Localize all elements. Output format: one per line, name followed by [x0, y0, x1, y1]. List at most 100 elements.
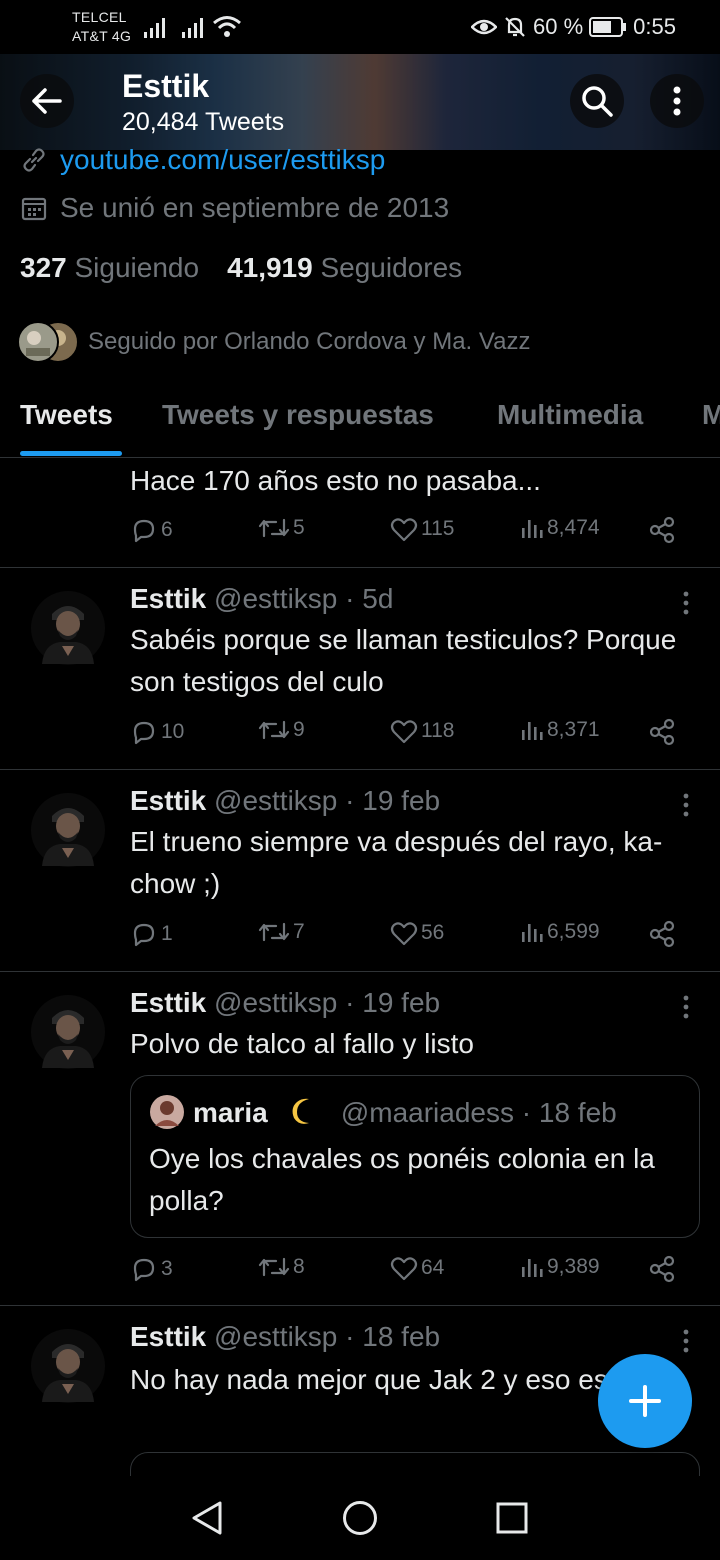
views-button[interactable]: 6,599 — [520, 920, 600, 944]
retweet-icon — [258, 516, 290, 540]
quote-header: maria @maariadess · 18 feb — [193, 1096, 617, 1129]
status-bar: TELCEL AT&T 4G 60 % 0:55 — [0, 0, 720, 54]
avatar[interactable] — [30, 792, 106, 868]
bar-chart-icon — [520, 920, 544, 944]
header-name: Esttik — [122, 68, 210, 104]
tab-tweets[interactable]: Tweets — [20, 399, 113, 431]
tweet-more-button[interactable] — [675, 994, 697, 1020]
like-count: 115 — [421, 517, 455, 540]
retweet-button[interactable]: 9 — [258, 718, 305, 742]
retweet-icon — [258, 718, 290, 742]
share-icon — [648, 1255, 676, 1283]
followers-link[interactable]: 41,919 Seguidores — [227, 252, 462, 284]
avatar[interactable] — [30, 1328, 106, 1404]
website-link[interactable]: youtube.com/user/esttiksp — [60, 144, 385, 176]
reply-button[interactable]: 1 — [130, 920, 173, 948]
reply-count: 10 — [161, 720, 185, 743]
more-vertical-icon — [675, 1328, 697, 1354]
retweet-icon — [258, 1255, 290, 1279]
author-handle-time: @esttiksp · 19 feb — [214, 987, 441, 1018]
reply-icon — [130, 718, 158, 746]
more-options-button[interactable] — [650, 74, 704, 128]
wifi-icon — [212, 14, 242, 40]
profile-header: Esttik 20,484 Tweets — [0, 54, 720, 150]
views-button[interactable]: 8,474 — [520, 516, 600, 540]
nav-back-button[interactable] — [190, 1500, 224, 1536]
following-link[interactable]: 327 Siguiendo — [20, 252, 199, 284]
following-count: 327 — [20, 252, 67, 283]
tweet-header: Esttik @esttiksp · 18 feb — [130, 1321, 440, 1353]
battery-icon — [589, 17, 627, 37]
reply-button[interactable]: 6 — [130, 516, 173, 544]
retweet-button[interactable]: 5 — [258, 516, 305, 540]
quoted-tweet[interactable]: maria @maariadess · 18 feb Oye los chava… — [130, 1075, 700, 1238]
tweet-more-button[interactable] — [675, 1328, 697, 1354]
active-tab-indicator — [20, 451, 122, 456]
retweet-button[interactable]: 8 — [258, 1255, 305, 1279]
nav-recents-button[interactable] — [496, 1502, 528, 1534]
carrier-info: TELCEL AT&T 4G — [72, 8, 131, 46]
more-vertical-icon — [675, 792, 697, 818]
share-button[interactable] — [648, 920, 676, 948]
clock: 0:55 — [633, 14, 676, 39]
follow-stats: 327 Siguiendo 41,919 Seguidores — [20, 252, 462, 284]
reply-button[interactable]: 10 — [130, 718, 184, 746]
share-button[interactable] — [648, 1255, 676, 1283]
tweet[interactable]: Esttik @esttiksp · 5d Sabéis porque se l… — [0, 568, 720, 769]
tab-tweets-replies[interactable]: Tweets y respuestas — [162, 399, 434, 431]
heart-icon — [390, 920, 418, 946]
arrow-left-icon — [32, 88, 62, 114]
retweet-button[interactable]: 7 — [258, 920, 305, 944]
search-button[interactable] — [570, 74, 624, 128]
author-name[interactable]: Esttik — [130, 987, 206, 1018]
tweet-actions: 6 5 115 8,474 — [130, 516, 690, 550]
tweet[interactable]: Esttik @esttiksp · 19 feb Polvo de talco… — [0, 972, 720, 1305]
tweet-actions: 3 8 64 9,389 — [130, 1255, 690, 1289]
tweet[interactable]: Esttik @esttiksp · 19 feb El trueno siem… — [0, 770, 720, 971]
followed-by-avatars[interactable] — [16, 320, 82, 364]
views-button[interactable]: 8,371 — [520, 718, 600, 742]
carrier-name-2: AT&T 4G — [72, 28, 132, 44]
retweet-count: 8 — [293, 1255, 305, 1278]
tweet-more-button[interactable] — [675, 590, 697, 616]
tweet-text: Polvo de talco al fallo y listo — [130, 1028, 474, 1059]
quoted-tweet[interactable] — [130, 1452, 700, 1476]
tweet-more-button[interactable] — [675, 792, 697, 818]
bar-chart-icon — [520, 718, 544, 742]
views-count: 8,371 — [547, 718, 600, 741]
tab-likes[interactable]: M — [702, 399, 720, 431]
like-button[interactable]: 64 — [390, 1255, 444, 1281]
author-name[interactable]: Esttik — [130, 1321, 206, 1352]
like-button[interactable]: 118 — [390, 718, 454, 744]
more-vertical-icon — [673, 86, 681, 116]
like-button[interactable]: 115 — [390, 516, 454, 542]
back-button[interactable] — [20, 74, 74, 128]
avatar[interactable] — [30, 994, 106, 1070]
heart-icon — [390, 516, 418, 542]
author-name[interactable]: Esttik — [130, 785, 206, 816]
compose-tweet-button[interactable] — [598, 1354, 692, 1448]
heart-icon — [390, 718, 418, 744]
share-icon — [648, 920, 676, 948]
tab-media[interactable]: Multimedia — [497, 399, 643, 431]
share-button[interactable] — [648, 718, 676, 746]
bar-chart-icon — [520, 1255, 544, 1279]
like-button[interactable]: 56 — [390, 920, 444, 946]
tweet-text: Hace 170 años esto no pasaba... — [130, 465, 541, 496]
retweet-count: 7 — [293, 920, 305, 943]
views-count: 6,599 — [547, 920, 600, 943]
author-handle-time: @esttiksp · 5d — [214, 583, 394, 614]
more-vertical-icon — [675, 590, 697, 616]
bell-off-icon — [503, 15, 527, 39]
author-name[interactable]: Esttik — [130, 583, 206, 614]
share-button[interactable] — [648, 516, 676, 544]
avatar[interactable] — [30, 590, 106, 666]
author-handle-time: @esttiksp · 18 feb — [214, 1321, 441, 1352]
retweet-icon — [258, 920, 290, 944]
views-button[interactable]: 9,389 — [520, 1255, 600, 1279]
website-row: youtube.com/user/esttiksp — [20, 144, 385, 176]
nav-home-button[interactable] — [342, 1500, 378, 1536]
tweet-actions: 1 7 56 6,599 — [130, 920, 690, 954]
reply-button[interactable]: 3 — [130, 1255, 173, 1283]
circle-home-icon — [342, 1500, 378, 1536]
